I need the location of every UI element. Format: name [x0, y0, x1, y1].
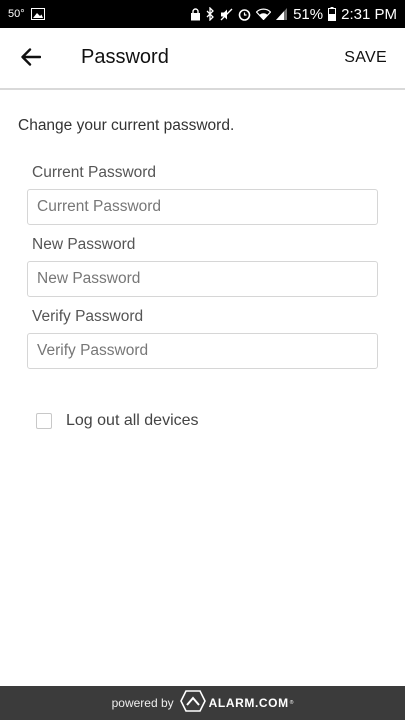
verify-password-label: Verify Password — [32, 308, 144, 325]
new-password-label: New Password — [32, 236, 136, 253]
verify-password-input[interactable] — [27, 333, 378, 369]
status-bar-left: 50° — [8, 8, 45, 20]
powered-by-text: powered by — [111, 696, 174, 710]
current-password-input[interactable] — [27, 189, 378, 225]
logout-all-devices-row[interactable]: Log out all devices — [36, 412, 199, 430]
back-button[interactable] — [14, 44, 48, 74]
logout-all-devices-checkbox[interactable] — [36, 413, 52, 429]
footer: powered by ALARM.COM ® — [0, 686, 405, 720]
status-bar: 50° 51% 2:31 PM — [0, 0, 405, 28]
current-password-label: Current Password — [32, 164, 157, 181]
alarm-com-logo-icon — [179, 689, 206, 717]
temperature-text: 50° — [8, 8, 25, 20]
battery-icon — [328, 7, 337, 21]
page-title: Password — [81, 46, 169, 68]
trademark-symbol: ® — [289, 700, 294, 706]
brand-name: ALARM.COM — [208, 696, 289, 710]
logout-all-devices-label: Log out all devices — [66, 412, 199, 429]
image-icon — [30, 8, 45, 20]
wifi-icon — [256, 8, 272, 20]
status-bar-right: 51% 2:31 PM — [190, 6, 397, 23]
new-password-input[interactable] — [27, 261, 378, 297]
alarm-clock-icon — [238, 8, 251, 21]
mute-icon — [220, 8, 233, 21]
bluetooth-icon — [206, 7, 215, 21]
signal-icon — [276, 8, 288, 20]
app-bar: Password SAVE — [0, 28, 405, 90]
battery-percent: 51% — [293, 5, 324, 23]
intro-text: Change your current password. — [18, 117, 235, 134]
save-button[interactable]: SAVE — [344, 49, 387, 67]
lock-icon — [190, 7, 201, 21]
arrow-left-icon — [21, 47, 42, 71]
clock-time: 2:31 PM — [341, 5, 397, 23]
